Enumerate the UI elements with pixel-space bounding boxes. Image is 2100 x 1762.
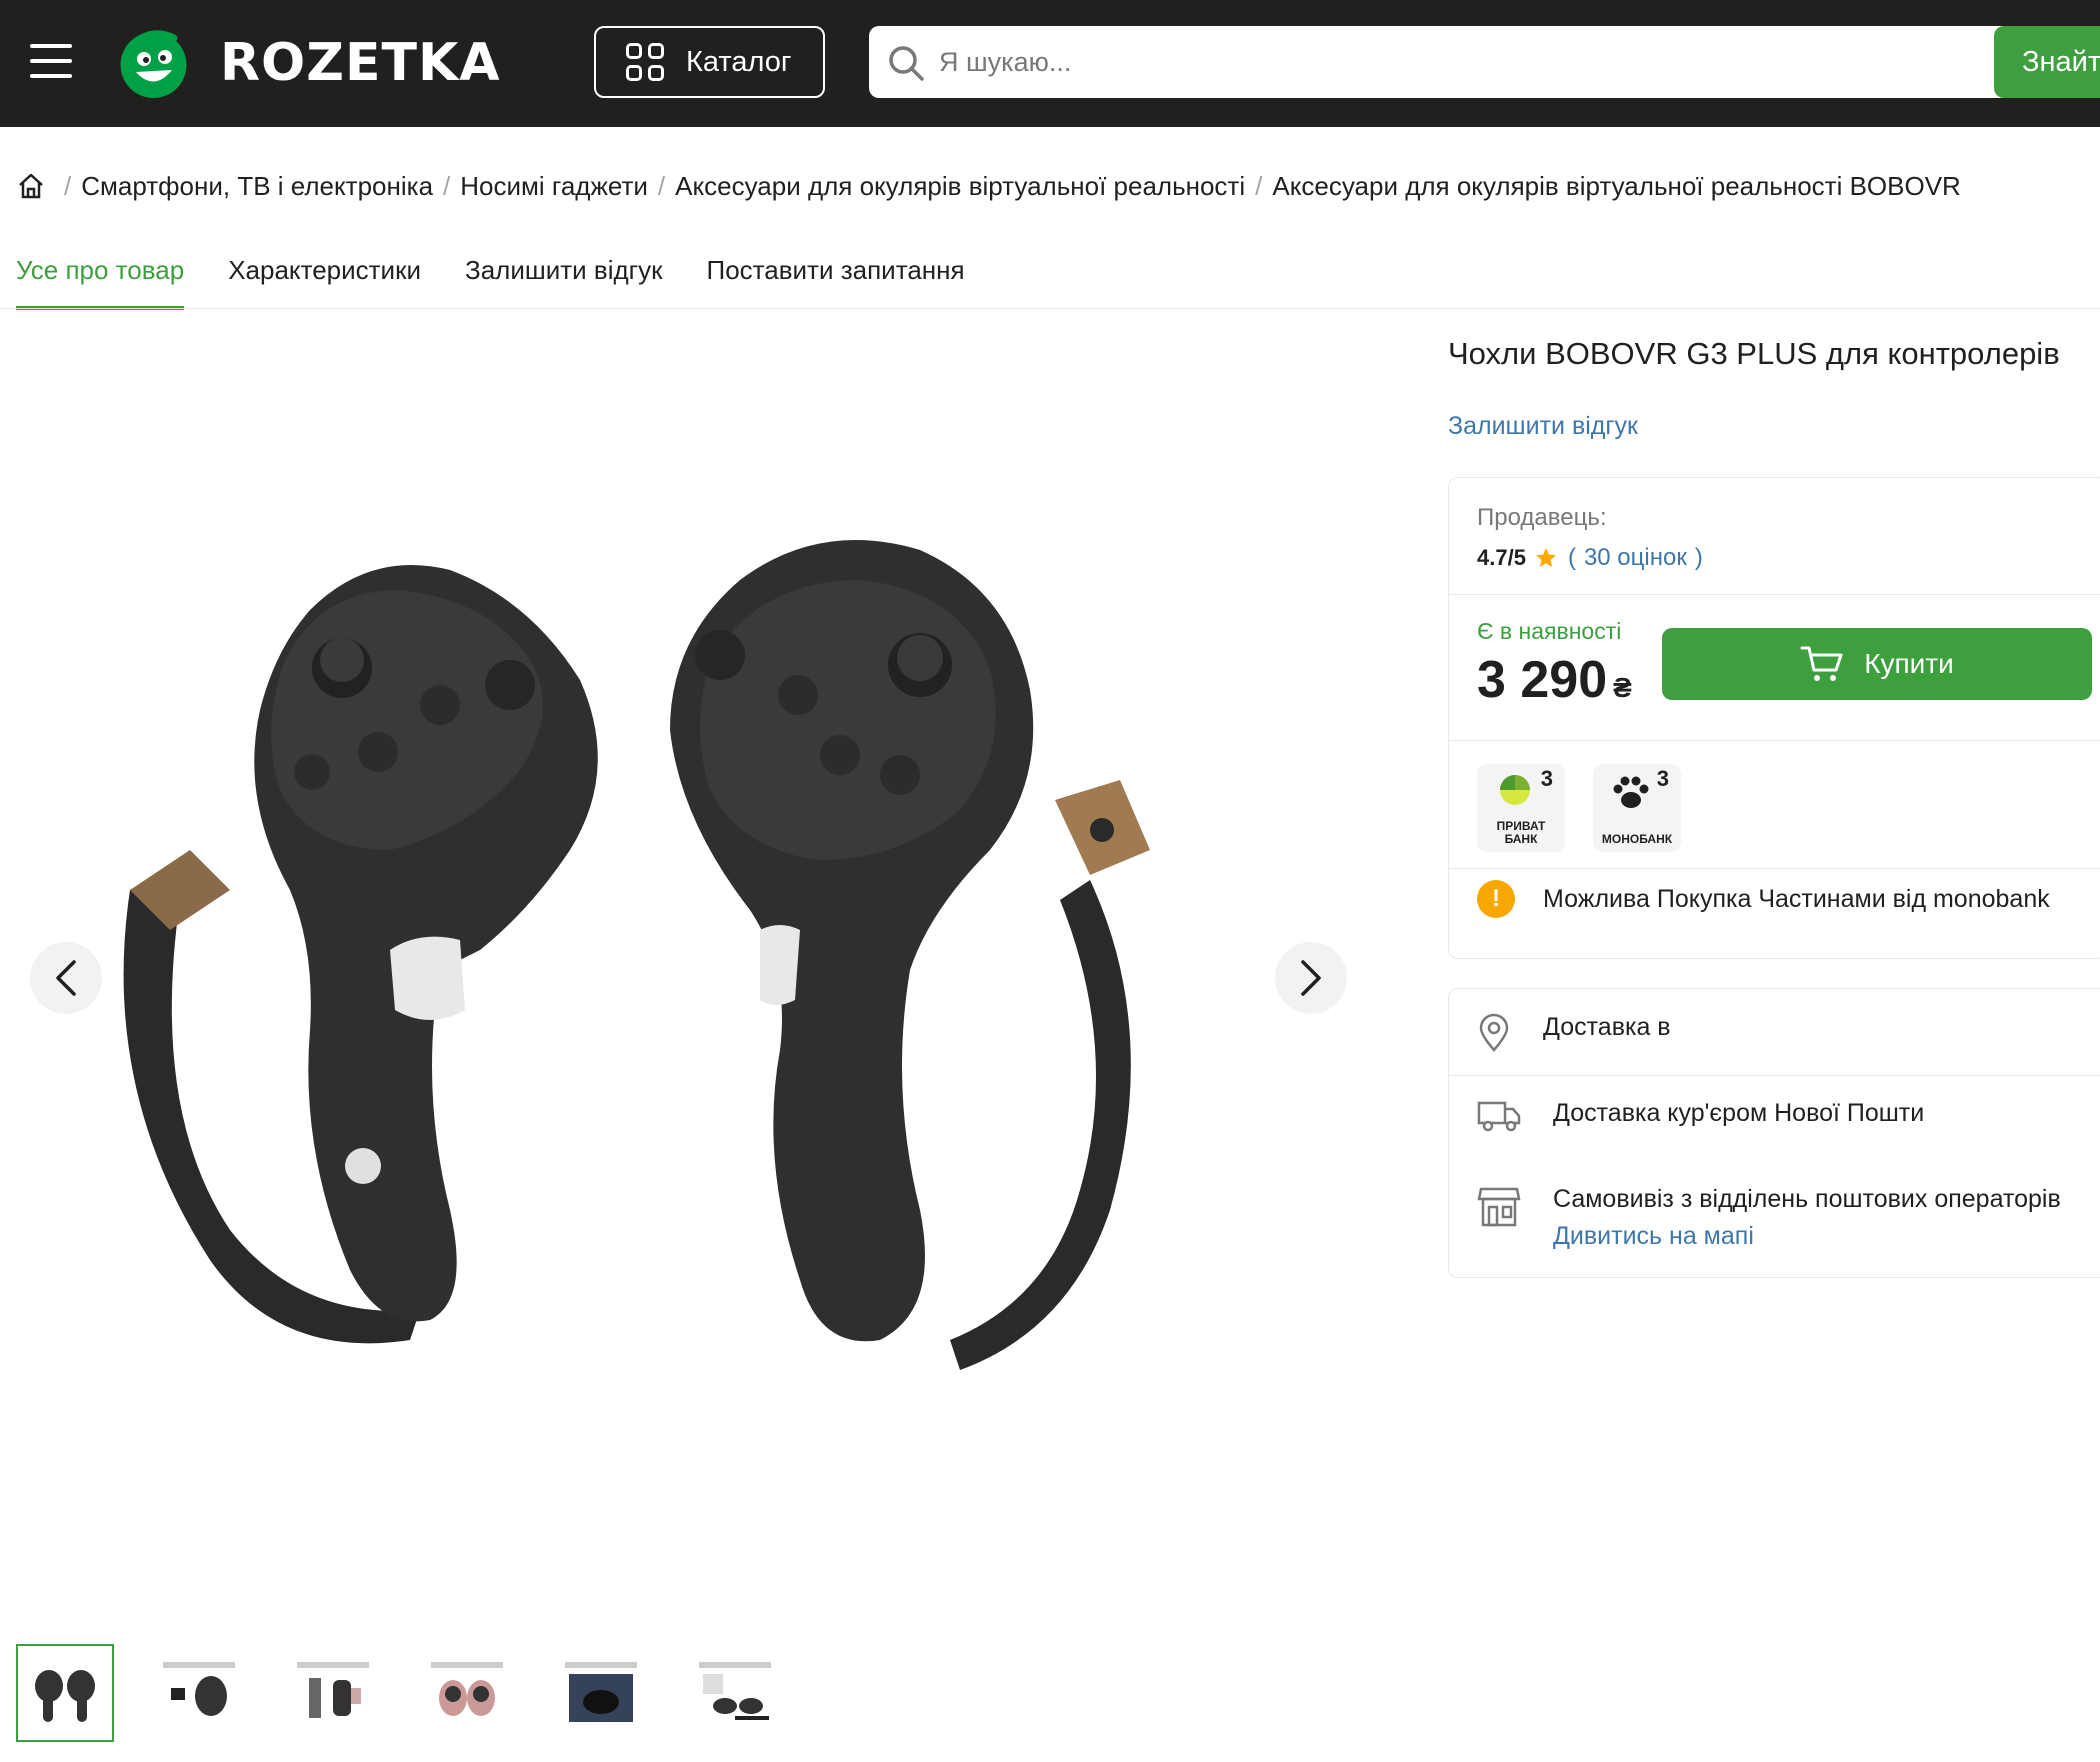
rozetka-logo-icon[interactable] — [116, 26, 191, 101]
purchase-card: Продавець: 4.7/5 ( 30 оцінок ) Є в наявн… — [1448, 477, 2100, 959]
leave-review-link[interactable]: Залишити відгук — [1448, 412, 1638, 441]
availability-status: Є в наявності — [1477, 618, 1622, 644]
product-image — [123, 540, 1150, 1370]
logo-text[interactable]: ROZETKA — [220, 30, 500, 96]
thumbnail[interactable] — [16, 1644, 114, 1742]
chevron-right-icon — [1301, 960, 1321, 996]
delivery-pickup: Самовивіз з відділень поштових операторі… — [1477, 1185, 2061, 1251]
courier-text: Доставка кур'єром Нової Пошти — [1553, 1099, 1925, 1127]
catalog-button[interactable]: Каталог — [594, 26, 825, 98]
tab-ask-question[interactable]: Поставити запитання — [707, 248, 965, 310]
breadcrumb-item[interactable]: Смартфони, ТВ і електроніка — [81, 171, 433, 202]
installment-text: Можлива Покупка Частинами від monobank — [1543, 884, 2050, 913]
home-icon[interactable] — [16, 171, 46, 201]
star-icon — [1535, 548, 1556, 567]
breadcrumb-separator: / — [657, 170, 666, 201]
delivery-courier: Доставка кур'єром Нової Пошти — [1477, 1099, 1924, 1133]
seller-reviews-link[interactable]: 30 оцінок — [1584, 544, 1687, 572]
card-divider — [1449, 740, 2100, 741]
reviews-open-paren: ( — [1567, 544, 1576, 571]
chevron-left-icon — [56, 960, 76, 996]
thumbnail[interactable] — [552, 1644, 650, 1742]
search-input[interactable] — [939, 26, 2039, 98]
location-pin-icon — [1479, 1013, 1509, 1052]
delivery-location[interactable]: Доставка в — [1477, 1013, 1671, 1053]
thumbnail-image — [565, 1662, 637, 1722]
reviews-close-paren: ) — [1694, 544, 1703, 571]
card-divider — [1449, 594, 2100, 595]
breadcrumb-item[interactable]: Аксесуари для окулярів віртуальної реаль… — [675, 171, 1245, 202]
thumbnail[interactable] — [150, 1644, 248, 1742]
gallery-next-button[interactable] — [1275, 942, 1347, 1014]
breadcrumb-separator: / — [1255, 170, 1263, 201]
breadcrumb-separator: / — [64, 170, 72, 201]
tab-all-about[interactable]: Усе про товар — [16, 248, 185, 310]
paw-icon — [1613, 776, 1649, 808]
pickup-block: Самовивіз з відділень поштових операторі… — [1553, 1185, 2061, 1251]
installment-count: 3 — [1656, 766, 1669, 791]
thumbnail-image — [35, 1670, 95, 1722]
thumbnail-strip — [16, 1644, 820, 1742]
bank-name: БАНК — [1504, 832, 1538, 846]
exclamation-icon: ! — [1477, 880, 1515, 918]
pickup-text: Самовивіз з відділень поштових операторі… — [1553, 1185, 2061, 1213]
left-controller-illustration — [123, 565, 598, 1344]
breadcrumb-item[interactable]: Носимі гаджети — [460, 171, 648, 202]
thumbnail[interactable] — [418, 1644, 516, 1742]
rating-value: 4.7/5 — [1477, 545, 1526, 570]
privatbank-icon — [1500, 775, 1530, 805]
installment-count: 3 — [1540, 766, 1553, 791]
right-controller-illustration — [670, 540, 1150, 1370]
view-on-map-link[interactable]: Дивитись на мапі — [1553, 1222, 2061, 1251]
delivery-card: Доставка в Доставка кур'єром Нової Пошти… — [1448, 988, 2100, 1278]
menu-icon[interactable] — [30, 44, 72, 80]
installment-info: ! Можлива Покупка Частинами від monobank — [1477, 880, 2050, 918]
thumbnail[interactable] — [686, 1644, 784, 1742]
tab-characteristics[interactable]: Характеристики — [228, 248, 421, 310]
thumbnail-image — [297, 1662, 369, 1718]
buy-button[interactable]: Купити — [1662, 628, 2092, 700]
header: ROZETKA Каталог Знайти — [0, 0, 2100, 127]
product-price: 3 290 ₴ — [1477, 650, 1632, 710]
search-bar — [869, 26, 2100, 98]
privatbank-installment-badge[interactable]: 3 ПРИВАТ БАНК — [1477, 764, 1565, 852]
thumbnail-image — [431, 1662, 503, 1716]
catalog-label: Каталог — [686, 45, 792, 78]
gallery-prev-button[interactable] — [30, 942, 102, 1014]
breadcrumb: / Смартфони, ТВ і електроніка / Носимі г… — [16, 166, 1961, 206]
truck-icon — [1477, 1101, 1521, 1132]
product-title: Чохли BOBOVR G3 PLUS для контролерів — [1448, 336, 2060, 371]
search-icon — [889, 46, 924, 81]
tab-leave-review[interactable]: Залишити відгук — [465, 248, 663, 310]
buy-label: Купити — [1864, 648, 1954, 679]
bank-name: МОНОБАНК — [1601, 832, 1673, 846]
store-icon — [1477, 1187, 1521, 1227]
delivery-location-label: Доставка в — [1543, 1013, 1671, 1041]
thumbnail[interactable] — [284, 1644, 382, 1742]
thumbnail-image — [163, 1662, 235, 1716]
card-divider — [1449, 868, 2100, 869]
thumbnail-image — [699, 1662, 771, 1720]
seller-rating: 4.7/5 ( 30 оцінок ) — [1477, 544, 1707, 572]
tabs-divider — [0, 308, 2100, 309]
search-button[interactable]: Знайти — [1994, 26, 2100, 98]
price-value: 3 290 — [1477, 651, 1608, 709]
seller-label: Продавець: — [1477, 504, 1607, 531]
grid-icon — [626, 43, 664, 81]
breadcrumb-item[interactable]: Аксесуари для окулярів віртуальної реаль… — [1272, 171, 1960, 202]
product-tabs: Усе про товар Характеристики Залишити ві… — [16, 248, 1009, 310]
monobank-installment-badge[interactable]: 3 МОНОБАНК — [1593, 764, 1681, 852]
card-divider — [1449, 1075, 2100, 1076]
cart-icon — [1800, 646, 1843, 681]
currency-symbol: ₴ — [1613, 672, 1632, 703]
breadcrumb-separator: / — [443, 170, 451, 201]
